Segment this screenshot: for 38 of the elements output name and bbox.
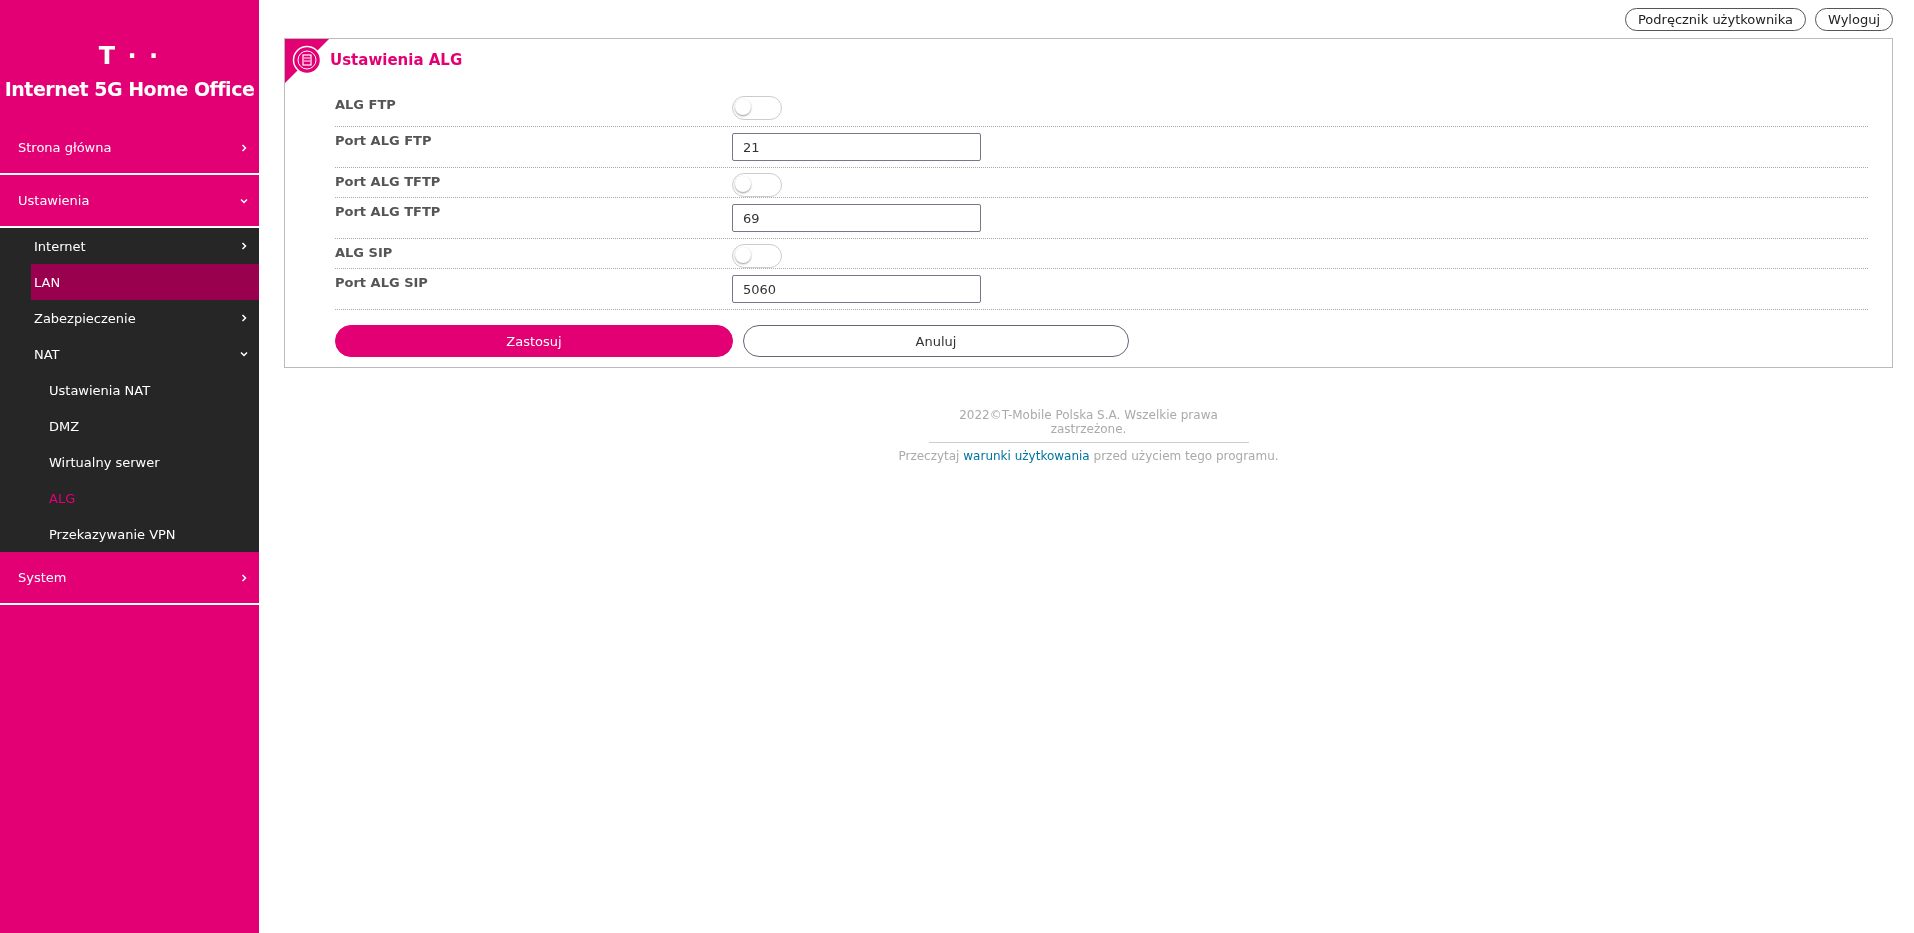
field-label: Port ALG TFTP — [335, 204, 442, 219]
port-field[interactable]: 5060 — [732, 275, 981, 303]
brand-title: Internet 5G Home Office — [4, 78, 255, 100]
port-field[interactable]: 69 — [732, 204, 981, 232]
field-label: Port ALG FTP — [335, 133, 433, 148]
field-label: ALG SIP — [335, 245, 394, 260]
terms-link[interactable]: warunki użytkowania — [963, 449, 1090, 463]
port-field[interactable]: 21 — [732, 133, 981, 161]
chevron-right-icon — [239, 241, 249, 251]
sidebar-item[interactable]: Wirtualny serwer — [0, 444, 259, 480]
field-label: ALG FTP — [335, 97, 397, 112]
header-link-button[interactable]: Wyloguj — [1815, 8, 1893, 31]
sidebar-item[interactable]: Zabezpieczenie — [31, 300, 259, 336]
brand-logo: T · · — [98, 44, 161, 68]
toggle-switch[interactable] — [732, 244, 782, 268]
chevron-right-icon — [239, 572, 249, 583]
panel-title: Ustawienia ALG — [330, 51, 463, 69]
toggle-switch[interactable] — [732, 96, 782, 120]
sidebar-item[interactable]: NAT — [31, 336, 259, 372]
toggle-switch[interactable] — [732, 173, 782, 197]
shield-icon — [292, 45, 322, 75]
field-label: Port ALG TFTP — [335, 174, 442, 189]
header-link-button[interactable]: Podręcznik użytkownika — [1624, 8, 1806, 31]
field-label: Port ALG SIP — [335, 275, 429, 290]
sidebar-item[interactable]: DMZ — [0, 408, 259, 444]
apply-button[interactable]: Zastosuj — [335, 325, 733, 357]
cancel-button[interactable]: Anuluj — [743, 325, 1129, 357]
sidebar-item[interactable]: Strona główna — [0, 122, 259, 175]
sidebar-item[interactable]: Internet — [31, 228, 259, 264]
chevron-right-icon — [239, 142, 249, 153]
sidebar-item[interactable]: Ustawienia NAT — [0, 372, 259, 408]
chevron-down-icon — [239, 349, 249, 359]
terms-notice: Przeczytaj warunki użytkowania przed użyciem tego programu. — [898, 449, 1279, 463]
chevron-right-icon — [239, 313, 249, 323]
sidebar-item[interactable]: Przekazywanie VPN — [0, 516, 259, 552]
sidebar-item[interactable]: System — [0, 552, 259, 605]
sidebar-item[interactable]: LAN — [31, 264, 259, 300]
copyright-text: 2022©T-Mobile Polska S.A. Wszelkie prawa zastrzeżone. — [928, 408, 1249, 443]
